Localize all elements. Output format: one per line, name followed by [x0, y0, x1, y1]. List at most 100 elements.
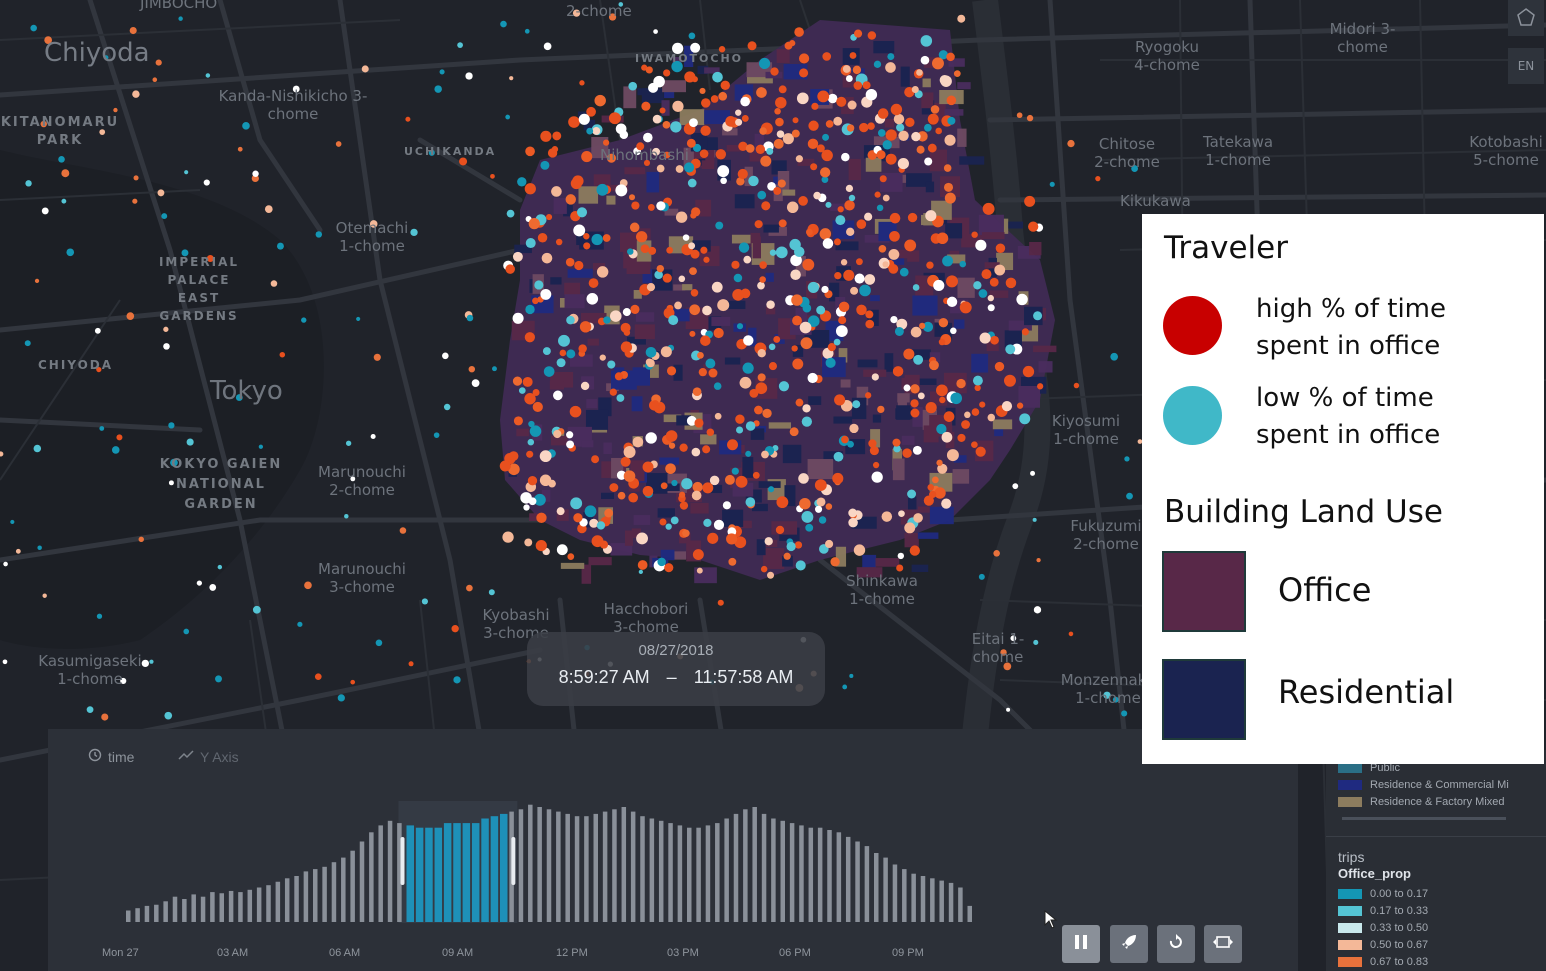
traveler-point: [599, 354, 606, 361]
traveler-point: [929, 360, 939, 371]
traveler-point: [801, 416, 812, 427]
traveler-point: [588, 278, 599, 288]
building: [646, 171, 660, 193]
traveler-point: [738, 242, 750, 253]
legend-swatch: [1338, 763, 1362, 773]
traveler-point: [709, 475, 720, 486]
traveler-point: [196, 580, 202, 586]
language-button[interactable]: EN: [1508, 48, 1544, 84]
traveler-point: [708, 368, 718, 378]
traveler-point: [252, 170, 259, 177]
traveler-point: [700, 246, 708, 254]
traveler-point: [297, 621, 303, 627]
brush-handle[interactable]: [511, 837, 516, 885]
traveler-point: [1006, 707, 1011, 712]
office-swatch: [1162, 551, 1246, 632]
histogram-bar: [322, 866, 327, 922]
traveler-point: [813, 191, 821, 200]
traveler-point: [499, 460, 511, 472]
scrollbar[interactable]: [1342, 817, 1506, 820]
traveler-point: [688, 32, 696, 40]
traveler-point: [759, 276, 766, 283]
traveler-point: [522, 376, 533, 387]
histogram-bar: [902, 869, 907, 922]
traveler-point: [993, 550, 1000, 557]
traveler-point: [691, 447, 701, 457]
traveler-point: [682, 234, 690, 241]
traveler-point: [825, 120, 834, 128]
traveler-point: [798, 196, 808, 206]
traveler-point: [524, 538, 533, 547]
traveler-point: [645, 432, 657, 444]
traveler-point: [742, 362, 754, 374]
time-range-display: 08/27/2018 8:59:27 AM – 11:57:58 AM: [527, 632, 825, 706]
traveler-point: [865, 310, 874, 319]
reset-button[interactable]: [1157, 925, 1195, 963]
traveler-point: [792, 315, 802, 326]
traveler-point: [209, 584, 217, 591]
traveler-point: [630, 304, 640, 314]
traveler-point: [981, 269, 992, 280]
traveler-point: [978, 289, 988, 298]
traveler-point: [882, 140, 892, 150]
histogram-bar: [855, 841, 860, 922]
histogram-bar: [172, 896, 178, 922]
traveler-point: [931, 476, 939, 484]
pause-button[interactable]: [1062, 925, 1100, 963]
building: [734, 194, 755, 209]
traveler-point: [885, 129, 897, 141]
histogram-bar: [191, 894, 196, 922]
traveler-point: [760, 565, 768, 573]
traveler-point: [878, 244, 887, 253]
traveler-point: [163, 326, 169, 332]
histogram-bar: [331, 862, 337, 922]
building: [634, 324, 655, 340]
traveler-point: [553, 390, 563, 401]
traveler-point: [758, 57, 771, 70]
traveler-point: [827, 93, 838, 104]
traveler-point: [950, 327, 957, 335]
traveler-point: [882, 194, 890, 202]
traveler-point: [1095, 176, 1101, 182]
histogram-bar: [275, 881, 281, 922]
traveler-point: [833, 116, 843, 126]
overlay-legend: Traveler high % of time spent in office …: [1142, 214, 1544, 764]
traveler-point: [547, 148, 558, 158]
traveler-point: [850, 286, 859, 295]
histogram-bar: [799, 825, 804, 922]
histogram-bar: [462, 823, 471, 922]
building: [971, 353, 989, 373]
building: [560, 562, 585, 569]
traveler-point: [774, 108, 781, 115]
traveler-point: [835, 325, 848, 337]
traveler-point: [739, 376, 752, 389]
land-use-title: Building Land Use: [1164, 494, 1443, 530]
traveler-point: [421, 598, 428, 605]
traveler-point: [666, 366, 677, 376]
traveler-point: [722, 501, 731, 510]
traveler-point: [529, 425, 542, 437]
brush-handle[interactable]: [400, 837, 405, 885]
traveler-point: [947, 116, 956, 125]
traveler-point: [743, 255, 752, 264]
trips-field: Office_prop: [1338, 866, 1411, 881]
histogram-bar: [892, 864, 898, 922]
speed-button[interactable]: [1110, 925, 1148, 963]
traveler-point: [94, 327, 101, 334]
traveler-point: [732, 289, 744, 301]
traveler-point: [944, 134, 956, 146]
traveler-point: [757, 281, 765, 290]
building: [978, 214, 1004, 236]
map-draw-button[interactable]: [1508, 0, 1544, 36]
traveler-point: [584, 505, 597, 518]
traveler-point: [1005, 277, 1017, 289]
traveler-point: [911, 85, 919, 94]
traveler-point: [885, 62, 896, 73]
expand-button[interactable]: [1204, 925, 1242, 963]
building: [632, 367, 650, 386]
histogram-bar: [500, 813, 508, 922]
traveler-point: [506, 209, 515, 218]
traveler-point: [242, 122, 250, 130]
histogram-bar: [911, 873, 916, 922]
traveler-point: [865, 392, 872, 399]
